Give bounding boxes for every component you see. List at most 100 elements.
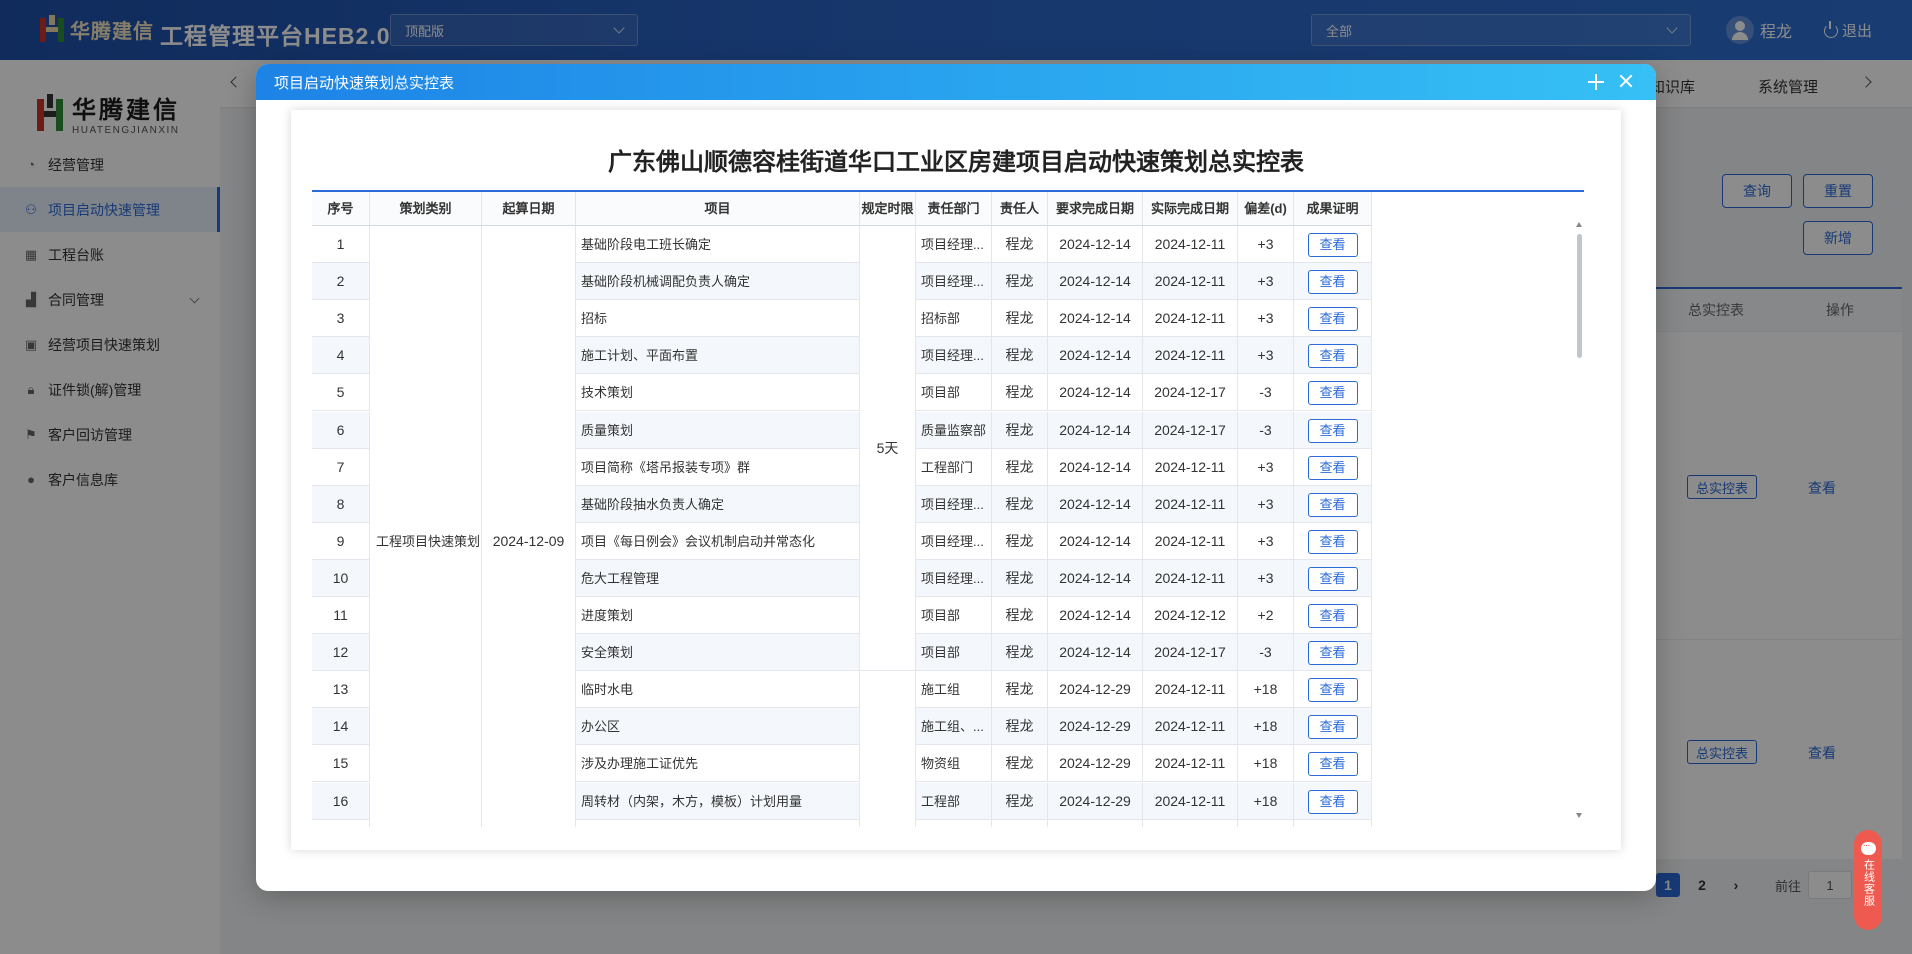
table-cell-due-date: 2024-12-29 bbox=[1048, 708, 1143, 746]
table-cell-item: 办公区 bbox=[576, 708, 860, 746]
table-cell-actual-date: 2024-12-11 bbox=[1143, 337, 1238, 375]
table-cell-due-date: 2024-12-14 bbox=[1048, 522, 1143, 560]
table-cell-actual-date: 2024-12-17 bbox=[1143, 634, 1238, 672]
view-proof-button[interactable]: 查看 bbox=[1307, 678, 1358, 703]
table-cell-no: 9 bbox=[312, 522, 370, 560]
table-cell-dept bbox=[916, 819, 992, 827]
table-cell-proof: 查看 bbox=[1294, 263, 1372, 301]
time-limit-cell: 5天 bbox=[860, 226, 916, 672]
table-cell-deviation: +18 bbox=[1238, 708, 1294, 746]
table-cell-item: 施工计划、平面布置 bbox=[576, 337, 860, 375]
table-cell-proof: 查看 bbox=[1294, 745, 1372, 783]
table-cell-item: 涉及办理施工证优先 bbox=[576, 745, 860, 783]
table-scrollbar[interactable] bbox=[1576, 222, 1582, 818]
table-cell-no: 1 bbox=[312, 226, 370, 263]
table-cell-deviation: +3 bbox=[1238, 263, 1294, 301]
table-cell-actual-date: 2024-12-11 bbox=[1143, 448, 1238, 486]
table-cell-actual-date: 2024-12-11 bbox=[1143, 226, 1238, 263]
table-cell-actual-date: 2024-12-11 bbox=[1143, 708, 1238, 746]
column-header-owner: 责任人 bbox=[992, 192, 1048, 226]
table-cell-no: 5 bbox=[312, 374, 370, 412]
table-cell-dept: 施工组 bbox=[916, 671, 992, 709]
table-cell-deviation bbox=[1238, 819, 1294, 827]
view-proof-button[interactable]: 查看 bbox=[1307, 604, 1358, 628]
close-icon[interactable] bbox=[1616, 71, 1636, 91]
table-cell-dept: 项目部 bbox=[916, 634, 992, 672]
table-cell-item bbox=[576, 819, 860, 827]
table-cell-actual-date: 2024-12-17 bbox=[1143, 411, 1238, 449]
table-cell-owner: 程龙 bbox=[992, 559, 1048, 597]
table-cell-deviation: -3 bbox=[1238, 374, 1294, 412]
view-proof-button[interactable]: 查看 bbox=[1307, 455, 1358, 480]
table-cell-dept: 质量监察部 bbox=[916, 411, 992, 449]
table-cell-proof: 查看 bbox=[1294, 634, 1372, 672]
table-cell-proof: 查看 bbox=[1294, 485, 1372, 523]
table-cell-dept: 施工组、... bbox=[916, 708, 992, 746]
table-cell-actual-date: 2024-12-11 bbox=[1143, 300, 1238, 338]
online-service-label: 在线客服 bbox=[1862, 859, 1875, 907]
view-proof-button[interactable]: 查看 bbox=[1307, 233, 1358, 257]
online-service-button[interactable]: 在线客服 bbox=[1854, 830, 1882, 930]
scroll-down-icon[interactable] bbox=[1576, 813, 1582, 818]
scroll-thumb[interactable] bbox=[1577, 234, 1582, 358]
table-cell-dept: 物资组 bbox=[916, 745, 992, 783]
table-cell-proof: 查看 bbox=[1294, 226, 1372, 263]
view-proof-button[interactable]: 查看 bbox=[1307, 566, 1358, 591]
report-title: 广东佛山顺德容桂街道华口工业区房建项目启动快速策划总实控表 bbox=[608, 149, 1304, 176]
table-cell-dept: 工程部门 bbox=[916, 448, 992, 486]
table-cell-proof: 查看 bbox=[1294, 671, 1372, 709]
table-cell-owner: 程龙 bbox=[992, 411, 1048, 449]
table-cell-proof: 查看 bbox=[1294, 559, 1372, 597]
table-cell-dept: 项目经理... bbox=[916, 559, 992, 597]
table-cell-deviation: +3 bbox=[1238, 559, 1294, 597]
table-cell-deviation: +3 bbox=[1238, 300, 1294, 338]
table-cell-dept: 项目经理... bbox=[916, 263, 992, 301]
view-proof-button[interactable]: 查看 bbox=[1307, 529, 1358, 554]
table-cell-deviation: +18 bbox=[1238, 782, 1294, 820]
dialog-title: 项目启动快速策划总实控表 bbox=[274, 74, 455, 92]
column-header-start-date: 起算日期 bbox=[482, 192, 576, 226]
table-cell-item: 基础阶段机械调配负责人确定 bbox=[576, 263, 860, 301]
view-proof-button[interactable]: 查看 bbox=[1307, 418, 1358, 443]
table-cell-due-date: 2024-12-14 bbox=[1048, 226, 1143, 263]
view-proof-button[interactable]: 查看 bbox=[1307, 752, 1358, 777]
table-cell-owner: 程龙 bbox=[992, 448, 1048, 486]
table-cell-due-date: 2024-12-14 bbox=[1048, 411, 1143, 449]
view-proof-button[interactable]: 查看 bbox=[1307, 789, 1358, 814]
table-cell-dept: 项目经理... bbox=[916, 522, 992, 560]
category-cell: 工程项目快速策划 bbox=[370, 226, 482, 827]
view-proof-button[interactable]: 查看 bbox=[1307, 381, 1358, 406]
table-cell-deviation: +3 bbox=[1238, 485, 1294, 523]
table-cell-no: 11 bbox=[312, 597, 370, 634]
table-cell-item: 基础阶段电工班长确定 bbox=[576, 226, 860, 263]
table-cell-actual-date: 2024-12-11 bbox=[1143, 671, 1238, 709]
view-proof-button[interactable]: 查看 bbox=[1307, 270, 1358, 295]
table-cell-actual-date bbox=[1143, 819, 1238, 827]
scroll-up-icon[interactable] bbox=[1576, 222, 1582, 227]
view-proof-button[interactable]: 查看 bbox=[1307, 307, 1358, 332]
table-cell-owner: 程龙 bbox=[992, 671, 1048, 709]
table-cell-dept: 项目部 bbox=[916, 374, 992, 412]
view-proof-button[interactable]: 查看 bbox=[1307, 641, 1358, 666]
table-cell-due-date: 2024-12-14 bbox=[1048, 374, 1143, 412]
view-proof-button[interactable]: 查看 bbox=[1307, 344, 1358, 369]
table-cell-proof: 查看 bbox=[1294, 374, 1372, 412]
table-cell-no: 6 bbox=[312, 411, 370, 449]
table-cell-actual-date: 2024-12-11 bbox=[1143, 263, 1238, 301]
chat-bubble-icon bbox=[1860, 839, 1876, 855]
table-cell-item: 危大工程管理 bbox=[576, 559, 860, 597]
move-icon[interactable] bbox=[1588, 74, 1604, 90]
table-cell-proof: 查看 bbox=[1294, 522, 1372, 560]
table-cell-due-date bbox=[1048, 819, 1143, 827]
table-cell-proof: 查看 bbox=[1294, 337, 1372, 375]
table-cell-due-date: 2024-12-14 bbox=[1048, 263, 1143, 301]
table-cell-owner: 程龙 bbox=[992, 263, 1048, 301]
table-cell-proof: 查看 bbox=[1294, 448, 1372, 486]
table-cell-deviation: +2 bbox=[1238, 597, 1294, 634]
dialog-header: 项目启动快速策划总实控表 bbox=[256, 64, 1656, 100]
table-cell-deviation: +3 bbox=[1238, 522, 1294, 560]
column-header-item: 项目 bbox=[576, 192, 860, 226]
view-proof-button[interactable]: 查看 bbox=[1307, 715, 1358, 740]
view-proof-button[interactable]: 查看 bbox=[1307, 492, 1358, 517]
table-cell-owner: 程龙 bbox=[992, 745, 1048, 783]
